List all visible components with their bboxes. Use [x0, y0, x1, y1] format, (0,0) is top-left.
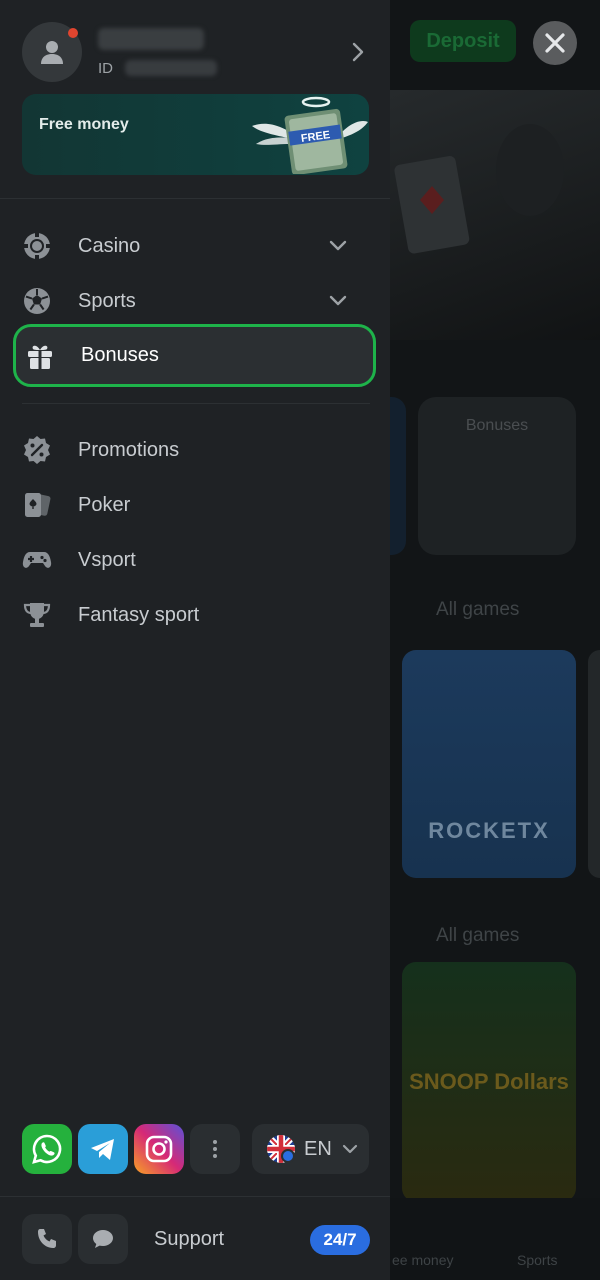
avatar[interactable] [22, 22, 82, 82]
telegram-button[interactable] [78, 1124, 128, 1174]
background-all-games-link: All games [436, 925, 520, 946]
menu-item-promotions[interactable]: Promotions [22, 425, 370, 475]
free-money-banner[interactable]: Free money FREE [22, 94, 369, 175]
menu-item-label: Casino [78, 234, 141, 257]
chevron-down-icon [342, 1144, 357, 1154]
telegram-icon [91, 1139, 114, 1160]
flying-money-icon: FREE [252, 96, 368, 174]
language-code: EN [304, 1137, 332, 1160]
free-money-text: Free money [39, 116, 129, 133]
menu-item-label: Sports [78, 289, 136, 312]
deposit-button: Deposit [410, 20, 516, 62]
trophy-icon [22, 600, 52, 630]
close-drawer-button[interactable] [533, 21, 577, 65]
user-id-row: ID [98, 60, 346, 77]
cards-icon [22, 490, 52, 520]
support-bar: Support 24/7 [22, 1214, 370, 1264]
more-vertical-icon [213, 1140, 217, 1158]
menu-item-casino[interactable]: Casino [22, 221, 370, 271]
background-snoop-card: SNOOP Dollars [402, 962, 576, 1202]
phone-icon [38, 1229, 56, 1248]
instagram-icon [145, 1135, 173, 1163]
menu-item-label: Vsport [78, 548, 136, 571]
background-card-partial [588, 650, 600, 878]
background-banner [390, 90, 600, 340]
background-all-games-link: All games [436, 599, 520, 620]
gift-icon [25, 341, 55, 371]
percent-badge-icon [22, 435, 52, 465]
menu-item-label: Promotions [78, 438, 180, 461]
divider [22, 403, 370, 404]
menu-item-label: Poker [78, 493, 131, 516]
more-socials-button[interactable] [190, 1124, 240, 1174]
background-card-partial [390, 397, 406, 555]
user-icon [41, 41, 63, 64]
menu-item-fantasy-sport[interactable]: Fantasy sport [22, 590, 370, 640]
instagram-button[interactable] [134, 1124, 184, 1174]
support-hours-badge: 24/7 [310, 1225, 370, 1255]
gamepad-icon [22, 545, 52, 575]
profile-row[interactable]: ID [22, 22, 370, 82]
user-id-hidden [125, 60, 217, 76]
divider [0, 1196, 390, 1197]
whatsapp-button[interactable] [22, 1124, 72, 1174]
username-hidden [98, 27, 204, 50]
casino-chip-icon [22, 231, 52, 261]
menu-item-sports[interactable]: Sports [22, 276, 370, 326]
side-drawer: ID Free money FREE Casino Sports Bonuses… [0, 0, 390, 1280]
chat-bubble-icon [93, 1230, 113, 1248]
menu-item-vsport[interactable]: Vsport [22, 535, 370, 585]
support-label: Support [154, 1227, 225, 1250]
background-bonuses-card: Bonuses [418, 397, 576, 555]
id-label: ID [98, 59, 113, 77]
soccer-ball-icon [22, 286, 52, 316]
menu-item-bonuses[interactable]: Bonuses [13, 324, 376, 387]
profile-info: ID [98, 27, 346, 77]
call-button[interactable] [22, 1214, 72, 1264]
background-tab-sports: Sports [517, 1252, 558, 1268]
chevron-down-icon [326, 289, 350, 313]
menu-item-poker[interactable]: Poker [22, 480, 370, 530]
language-selector[interactable]: EN [252, 1124, 369, 1174]
close-icon [545, 33, 565, 53]
uk-flag-icon [267, 1135, 295, 1163]
whatsapp-icon [32, 1134, 62, 1164]
notification-dot [68, 28, 78, 38]
social-links [22, 1124, 246, 1174]
menu-item-label: Fantasy sport [78, 603, 200, 626]
menu-item-label: Bonuses [81, 344, 159, 366]
background-rocketx-card: ROCKETX [402, 650, 576, 878]
chat-button[interactable] [78, 1214, 128, 1264]
background-tab-free-money: ee money [392, 1252, 454, 1268]
chevron-down-icon [326, 234, 350, 258]
chevron-right-icon [346, 40, 370, 64]
divider [0, 198, 390, 199]
